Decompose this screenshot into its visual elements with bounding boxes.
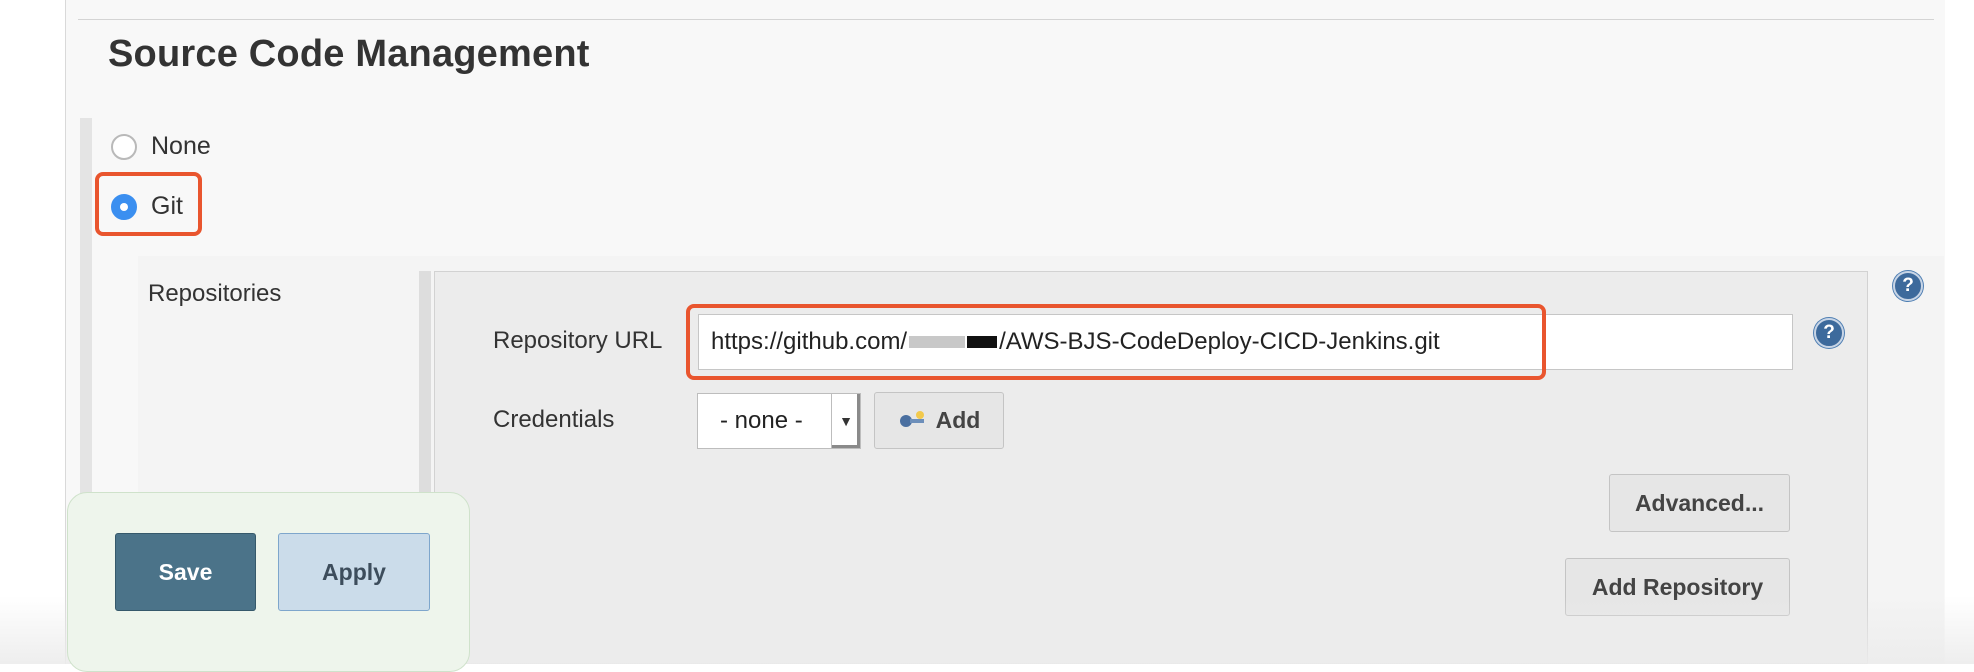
key-icon: [898, 410, 928, 431]
save-button[interactable]: Save: [115, 533, 256, 611]
help-icon[interactable]: ?: [1814, 318, 1844, 348]
help-icon-glyph: ?: [1902, 275, 1914, 296]
radio-none-label: None: [151, 132, 211, 160]
repositories-label: Repositories: [148, 280, 282, 307]
credentials-selected-value: - none -: [720, 407, 803, 434]
scm-option-none[interactable]: None: [111, 132, 211, 161]
dropdown-caret-icon[interactable]: ▼: [831, 394, 860, 448]
repository-url-label: Repository URL: [493, 327, 663, 354]
credentials-select[interactable]: - none - ▼: [697, 393, 861, 449]
repository-url-highlight: [686, 304, 1546, 380]
add-credentials-button[interactable]: Add: [874, 392, 1004, 449]
apply-button[interactable]: Apply: [278, 533, 430, 611]
section-divider: [78, 19, 1934, 20]
help-icon[interactable]: ?: [1893, 271, 1923, 301]
radio-none[interactable]: [111, 133, 137, 160]
git-option-highlight: [95, 172, 202, 236]
section-title: Source Code Management: [108, 33, 590, 75]
help-icon-glyph: ?: [1823, 322, 1835, 343]
advanced-button[interactable]: Advanced...: [1609, 474, 1790, 532]
add-button-label: Add: [935, 407, 981, 433]
credentials-label: Credentials: [493, 406, 615, 433]
